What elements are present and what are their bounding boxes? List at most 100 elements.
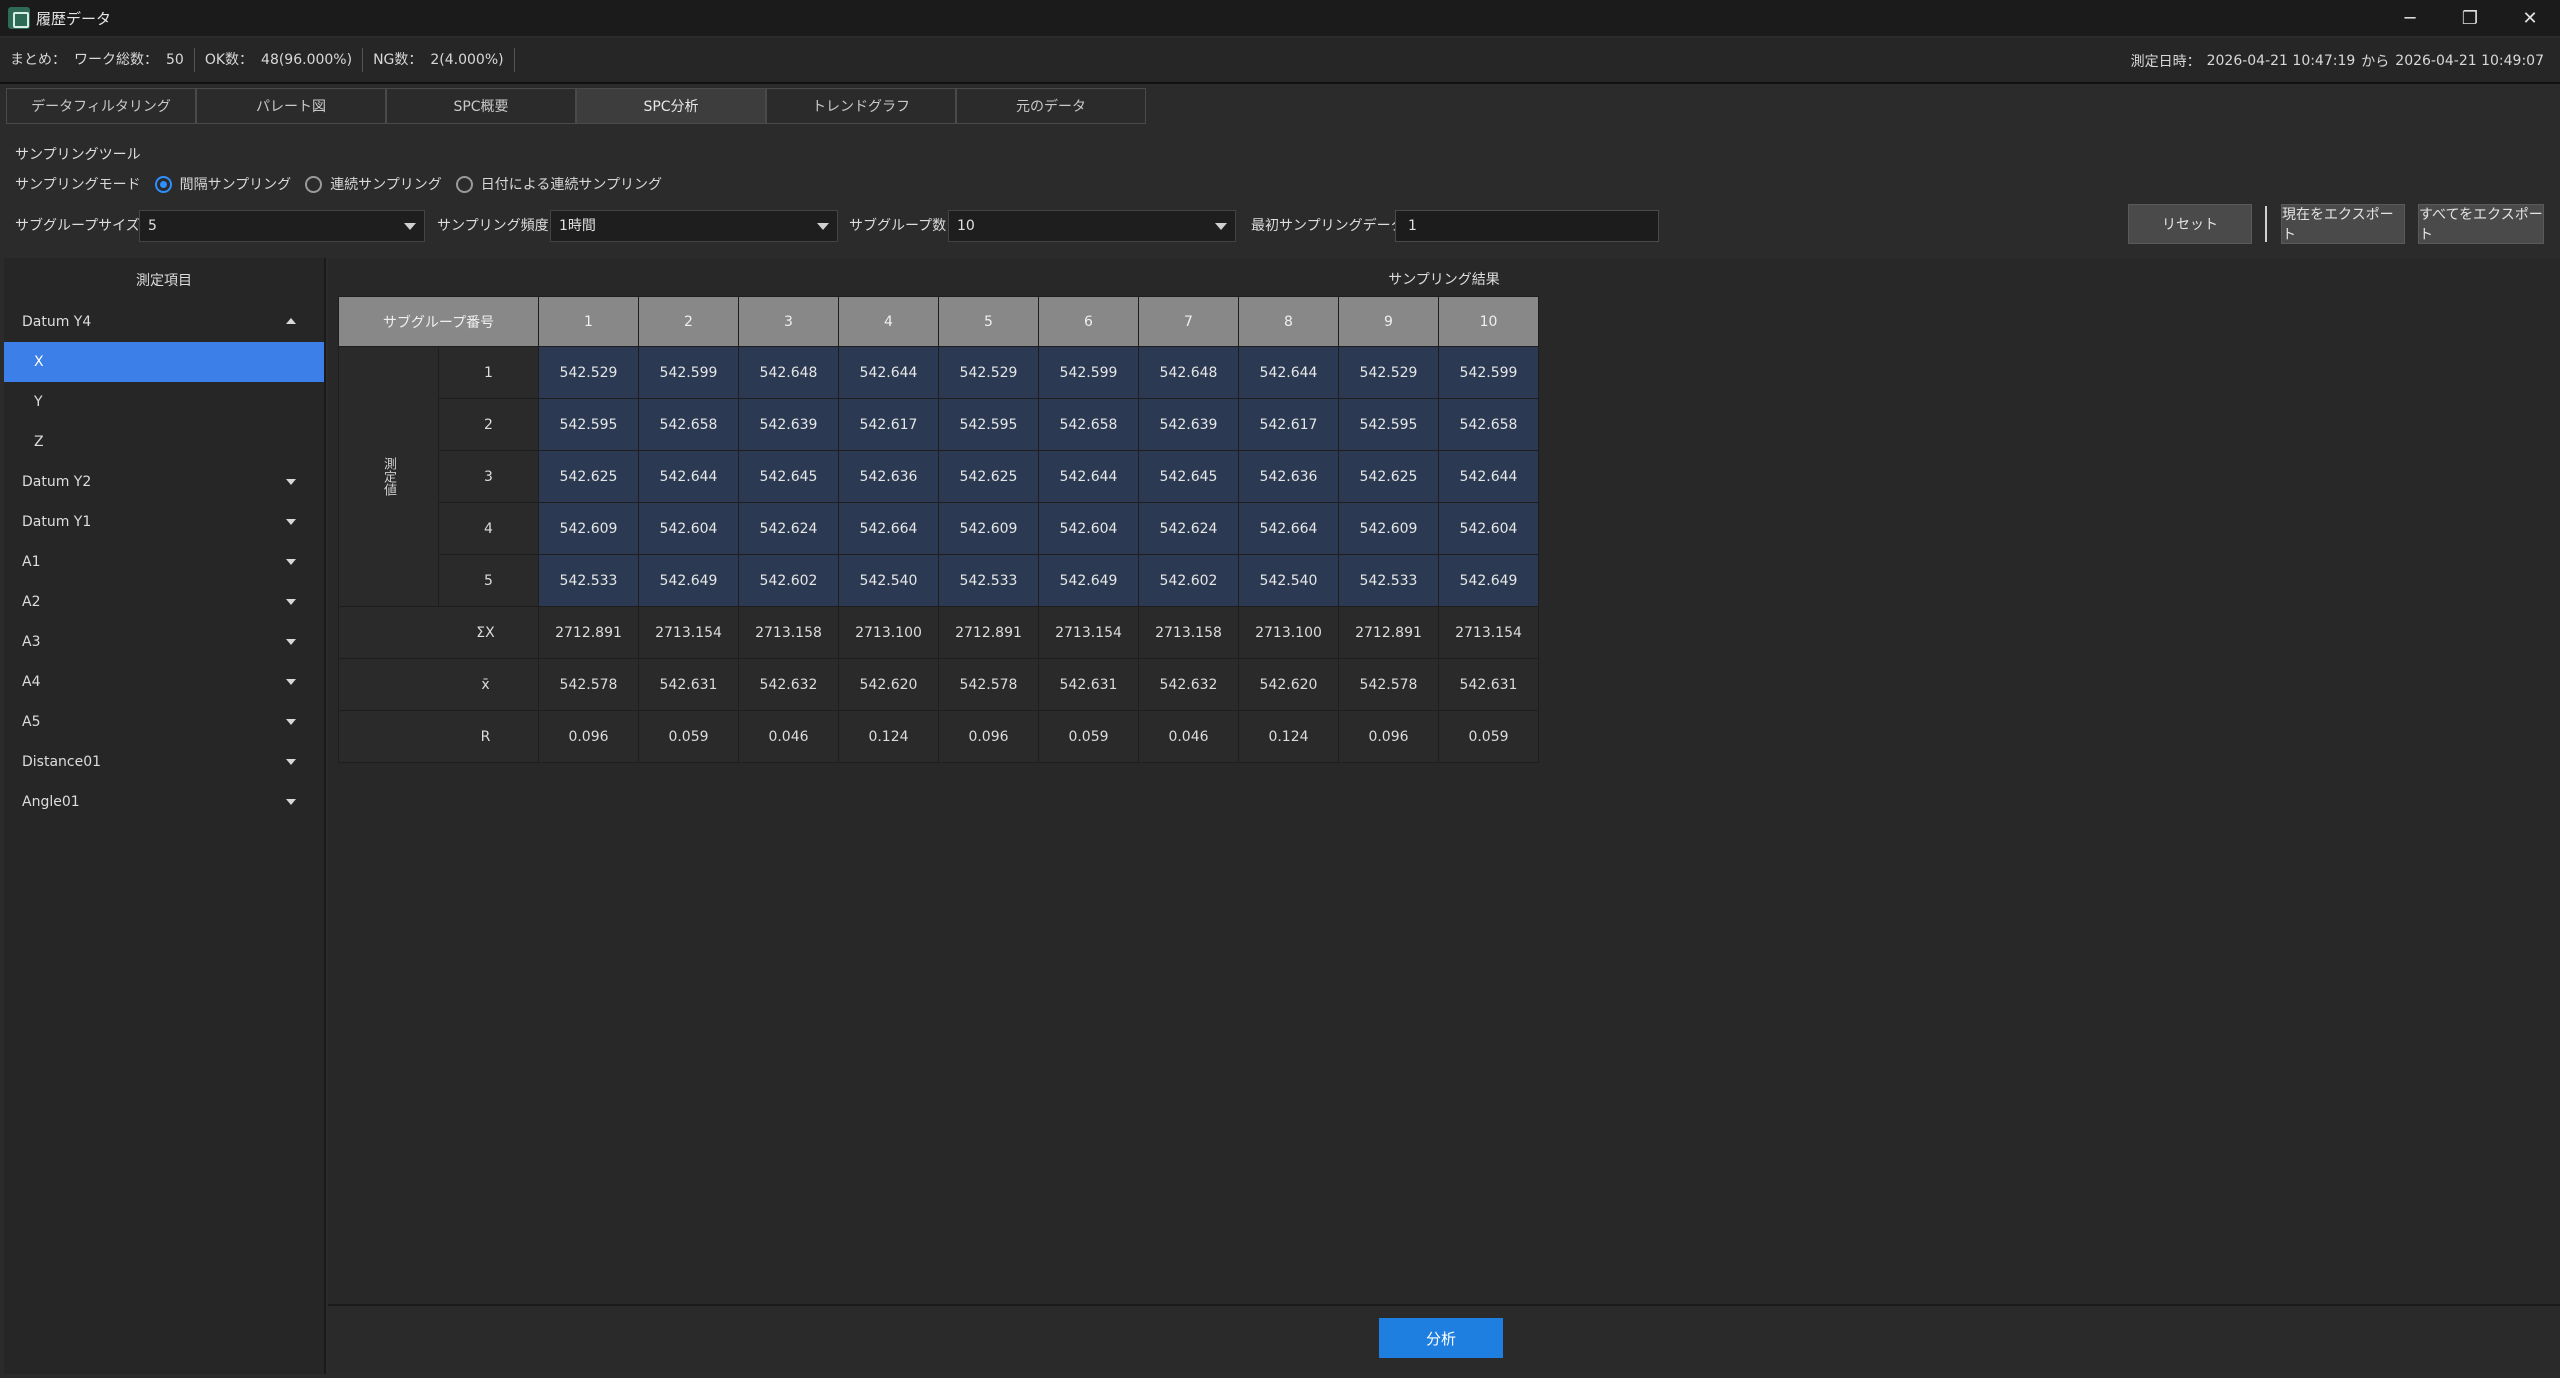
measurement-cell[interactable]: 542.602 xyxy=(1138,554,1239,607)
tab-spc-analysis[interactable]: SPC分析 xyxy=(576,88,766,124)
tab-data-filtering[interactable]: データフィルタリング xyxy=(6,88,196,124)
first-sampling-data-input[interactable]: 1 xyxy=(1395,210,1659,242)
expand-arrow-icon[interactable] xyxy=(286,799,296,805)
expand-arrow-icon[interactable] xyxy=(286,479,296,485)
expand-arrow-icon[interactable] xyxy=(286,719,296,725)
tree-item-z[interactable]: Z xyxy=(4,422,324,462)
measurement-cell[interactable]: 542.609 xyxy=(938,502,1039,555)
measurement-cell[interactable]: 542.533 xyxy=(938,554,1039,607)
measurement-cell[interactable]: 542.529 xyxy=(1338,346,1439,399)
measurement-cell[interactable]: 542.617 xyxy=(1238,398,1339,451)
measurement-cell[interactable]: 542.599 xyxy=(638,346,739,399)
measurement-cell[interactable]: 542.599 xyxy=(1038,346,1139,399)
interval-sampling-label[interactable]: 間隔サンプリング xyxy=(180,174,292,194)
restore-icon[interactable]: ❐ xyxy=(2440,0,2500,36)
measurement-cell[interactable]: 542.648 xyxy=(1138,346,1239,399)
measurement-cell[interactable]: 542.609 xyxy=(1338,502,1439,555)
tree-group-datum-y1[interactable]: Datum Y1 xyxy=(4,502,324,542)
measurement-cell[interactable]: 542.624 xyxy=(738,502,839,555)
tab-spc-overview[interactable]: SPC概要 xyxy=(386,88,576,124)
reset-button[interactable]: リセット xyxy=(2128,204,2252,244)
measurement-cell[interactable]: 542.599 xyxy=(1438,346,1539,399)
measurement-cell[interactable]: 542.604 xyxy=(638,502,739,555)
measurement-cell[interactable]: 542.533 xyxy=(538,554,639,607)
expand-arrow-icon[interactable] xyxy=(286,599,296,605)
measurement-cell[interactable]: 542.529 xyxy=(938,346,1039,399)
measurement-cell[interactable]: 542.617 xyxy=(838,398,939,451)
expand-arrow-icon[interactable] xyxy=(286,759,296,765)
tree-item-y[interactable]: Y xyxy=(4,382,324,422)
measurement-cell[interactable]: 542.649 xyxy=(1038,554,1139,607)
tree-group-a3[interactable]: A3 xyxy=(4,622,324,662)
radio-interval-sampling[interactable] xyxy=(154,175,172,193)
measurement-cell[interactable]: 542.609 xyxy=(538,502,639,555)
tree-group-angle01[interactable]: Angle01 xyxy=(4,782,324,822)
measurement-cell[interactable]: 542.595 xyxy=(538,398,639,451)
subgroup-size-select[interactable]: 5 xyxy=(139,210,425,242)
measurement-cell[interactable]: 542.644 xyxy=(838,346,939,399)
measurement-cell[interactable]: 542.664 xyxy=(838,502,939,555)
tree-group-a2[interactable]: A2 xyxy=(4,582,324,622)
expand-arrow-icon[interactable] xyxy=(286,639,296,645)
export-all-button[interactable]: すべてをエクスポート xyxy=(2418,204,2544,244)
measurement-cell[interactable]: 542.664 xyxy=(1238,502,1339,555)
measurement-cell[interactable]: 542.595 xyxy=(938,398,1039,451)
tree-group-datum-y4[interactable]: Datum Y4 xyxy=(4,302,324,342)
measurement-cell[interactable]: 542.644 xyxy=(1238,346,1339,399)
tree-item-label: Datum Y1 xyxy=(22,514,92,530)
measurement-cell[interactable]: 542.639 xyxy=(1138,398,1239,451)
tree-group-a4[interactable]: A4 xyxy=(4,662,324,702)
measurement-cell[interactable]: 542.644 xyxy=(1038,450,1139,503)
expand-arrow-icon[interactable] xyxy=(286,679,296,685)
stat-cell: 2713.154 xyxy=(1038,606,1139,659)
tab-raw-data[interactable]: 元のデータ xyxy=(956,88,1146,124)
radio-date-continuous-sampling[interactable] xyxy=(455,175,473,193)
measurement-cell[interactable]: 542.624 xyxy=(1138,502,1239,555)
analyze-button[interactable]: 分析 xyxy=(1379,1318,1503,1358)
measurement-cell[interactable]: 542.595 xyxy=(1338,398,1439,451)
measurement-cell[interactable]: 542.645 xyxy=(738,450,839,503)
radio-continuous-sampling[interactable] xyxy=(305,175,323,193)
continuous-sampling-label[interactable]: 連続サンプリング xyxy=(330,174,442,194)
measurement-cell[interactable]: 542.658 xyxy=(1438,398,1539,451)
tree-group-a5[interactable]: A5 xyxy=(4,702,324,742)
export-current-button[interactable]: 現在をエクスポート xyxy=(2281,204,2405,244)
measurement-cell[interactable]: 542.644 xyxy=(638,450,739,503)
tree-item-label: A1 xyxy=(22,554,41,570)
measurement-cell[interactable]: 542.604 xyxy=(1038,502,1139,555)
close-icon[interactable]: ✕ xyxy=(2500,0,2560,36)
sampling-frequency-select[interactable]: 1時間 xyxy=(550,210,838,242)
measurement-cell[interactable]: 542.540 xyxy=(1238,554,1339,607)
measurement-cell[interactable]: 542.636 xyxy=(1238,450,1339,503)
measurement-cell[interactable]: 542.658 xyxy=(638,398,739,451)
measurement-cell[interactable]: 542.645 xyxy=(1138,450,1239,503)
expand-arrow-icon[interactable] xyxy=(286,559,296,565)
tree-item-x[interactable]: X xyxy=(4,342,324,382)
measurement-cell[interactable]: 542.636 xyxy=(838,450,939,503)
measurement-cell[interactable]: 542.649 xyxy=(638,554,739,607)
measurement-cell[interactable]: 542.602 xyxy=(738,554,839,607)
row-number: 4 xyxy=(438,502,539,555)
measurement-cell[interactable]: 542.648 xyxy=(738,346,839,399)
measurement-cell[interactable]: 542.533 xyxy=(1338,554,1439,607)
tree-group-datum-y2[interactable]: Datum Y2 xyxy=(4,462,324,502)
collapse-arrow-icon[interactable] xyxy=(286,318,296,324)
measurement-cell[interactable]: 542.625 xyxy=(538,450,639,503)
measurement-cell[interactable]: 542.540 xyxy=(838,554,939,607)
measurement-cell[interactable]: 542.529 xyxy=(538,346,639,399)
measurement-cell[interactable]: 542.604 xyxy=(1438,502,1539,555)
measurement-cell[interactable]: 542.649 xyxy=(1438,554,1539,607)
measurement-cell[interactable]: 542.639 xyxy=(738,398,839,451)
expand-arrow-icon[interactable] xyxy=(286,519,296,525)
subgroup-count-select[interactable]: 10 xyxy=(948,210,1236,242)
date-continuous-sampling-label[interactable]: 日付による連続サンプリング xyxy=(481,174,662,194)
tree-group-a1[interactable]: A1 xyxy=(4,542,324,582)
measurement-cell[interactable]: 542.658 xyxy=(1038,398,1139,451)
tree-group-distance01[interactable]: Distance01 xyxy=(4,742,324,782)
tab-trend-graph[interactable]: トレンドグラフ xyxy=(766,88,956,124)
measurement-cell[interactable]: 542.625 xyxy=(1338,450,1439,503)
measurement-cell[interactable]: 542.644 xyxy=(1438,450,1539,503)
tab-pareto[interactable]: パレート図 xyxy=(196,88,386,124)
minimize-icon[interactable]: ─ xyxy=(2380,0,2440,36)
measurement-cell[interactable]: 542.625 xyxy=(938,450,1039,503)
